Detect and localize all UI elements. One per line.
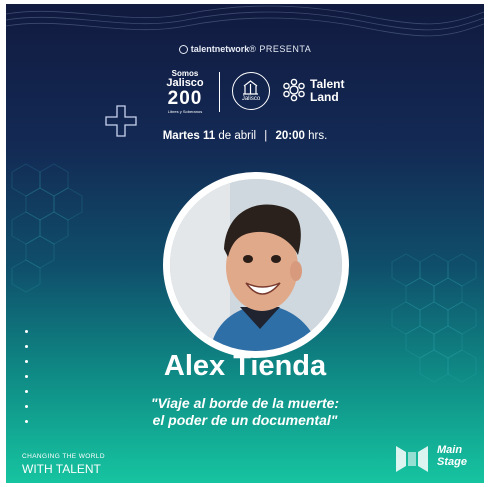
main-stage-icon [396, 446, 428, 472]
talentnetwork-icon [178, 45, 188, 54]
main-stage-line2: Stage [437, 456, 467, 469]
talent-land-line2: Land [310, 90, 339, 105]
speaker-photo-frame [163, 172, 349, 358]
presenter-brand: talentnetwork [190, 44, 250, 54]
talent-land-logo: Talent Land [310, 77, 344, 105]
event-date: Martes 11 de abril | 20:00 hrs. [6, 130, 484, 142]
presenter-line: talentnetwork® PRESENTA [6, 44, 484, 54]
event-month: de abril [218, 130, 257, 142]
talk-title: "Viaje al borde de la muerte: el poder d… [6, 395, 484, 429]
talk-title-line2: el poder de un documental" [152, 411, 338, 428]
jalisco-logo-line3: 200 [167, 88, 203, 109]
slogan-line1: CHANGING THE WORLD [22, 453, 105, 460]
event-poster: talentnetwork® PRESENTA Somos Jalisco 20… [6, 4, 484, 483]
talent-land-icon [283, 78, 305, 102]
slogan: CHANGING THE WORLD WITH TALENT [22, 453, 105, 476]
jalisco-seal-icon: Jalisco [232, 72, 270, 110]
somos-jalisco-logo: Somos Jalisco 200 Libres y Soberanos [158, 70, 212, 114]
jalisco-logo-line4: Libres y Soberanos [167, 109, 203, 114]
main-stage-label: Main Stage [437, 444, 467, 468]
sponsor-logos: Somos Jalisco 200 Libres y Soberanos Jal… [146, 70, 366, 116]
logo-divider [219, 72, 220, 112]
event-time: 20:00 [275, 130, 305, 142]
seal-label: Jalisco [241, 96, 261, 102]
brand-mark: ® [249, 44, 257, 54]
talk-title-line1: "Viaje al borde de la muerte: [150, 395, 340, 411]
slogan-line2: WITH TALENT [22, 461, 101, 476]
presents-label: PRESENTA [259, 44, 312, 54]
date-separator: | [264, 130, 268, 142]
event-day: Martes 11 [162, 130, 216, 142]
wave-pattern [6, 5, 484, 37]
main-stage-line1: Main [437, 444, 463, 456]
decorative-dots [25, 330, 28, 435]
event-time-unit: hrs. [308, 130, 328, 142]
speaker-photo [170, 179, 342, 351]
speaker-name: Alex Tienda [163, 350, 327, 382]
